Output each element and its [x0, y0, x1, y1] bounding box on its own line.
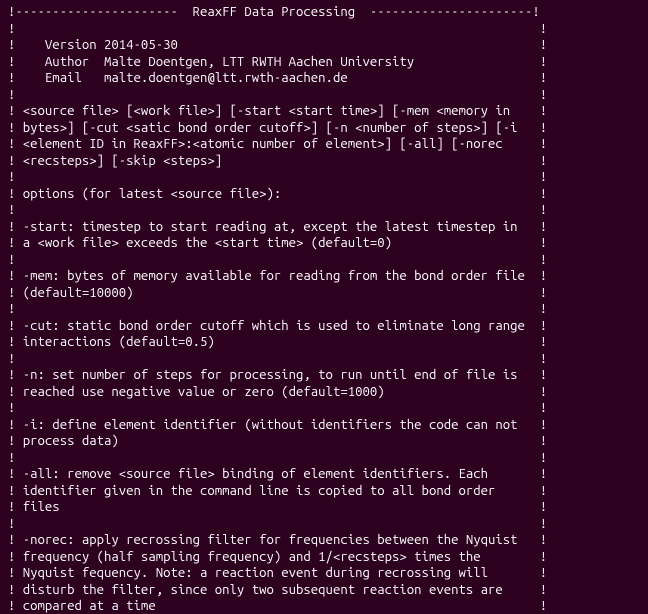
output-line: ! -n: set number of steps for processing…	[8, 368, 547, 382]
output-line: ! files !	[8, 500, 547, 514]
output-line: ! Email malte.doentgen@ltt.rwth-aachen.d…	[8, 71, 547, 85]
output-line: ! -start: timestep to start reading at, …	[8, 220, 547, 234]
output-line: ! (default=10000) !	[8, 286, 547, 300]
output-line: ! bytes>] [-cut <satic bond order cutoff…	[8, 121, 547, 135]
output-line: ! compared at a time !	[8, 599, 547, 613]
output-line: ! a <work file> exceeds the <start time>…	[8, 236, 547, 250]
output-line: ! <recsteps>] [-skip <steps>] !	[8, 154, 547, 168]
output-line: ! !	[8, 170, 547, 184]
output-line: ! options (for latest <source file>): !	[8, 187, 547, 201]
output-line: ! !	[8, 88, 547, 102]
output-line: ! !	[8, 517, 547, 531]
output-line: ! <element ID in ReaxFF>:<atomic number …	[8, 137, 547, 151]
output-line: ! reached use negative value or zero (de…	[8, 385, 547, 399]
output-line: ! !	[8, 302, 547, 316]
output-line: ! process data) !	[8, 434, 547, 448]
output-line: ! !	[8, 352, 547, 366]
terminal-output: !---------------------- ReaxFF Data Proc…	[8, 4, 644, 614]
output-line: ! disturb the filter, since only two sub…	[8, 583, 547, 597]
output-line: ! Author Malte Doentgen, LTT RWTH Aachen…	[8, 55, 547, 69]
output-line: ! Nyquist fequency. Note: a reaction eve…	[8, 566, 547, 580]
output-line: ! <source file> [<work file>] [-start <s…	[8, 104, 547, 118]
output-line: ! frequency (half sampling frequency) an…	[8, 550, 547, 564]
output-line: ! -norec: apply recrossing filter for fr…	[8, 533, 547, 547]
output-line: ! -cut: static bond order cutoff which i…	[8, 319, 547, 333]
output-line: ! -mem: bytes of memory available for re…	[8, 269, 547, 283]
output-line: ! !	[8, 401, 547, 415]
output-line: ! identifier given in the command line i…	[8, 484, 547, 498]
output-line: !---------------------- ReaxFF Data Proc…	[8, 5, 540, 19]
output-line: ! !	[8, 203, 547, 217]
output-line: ! -all: remove <source file> binding of …	[8, 467, 547, 481]
output-line: ! !	[8, 22, 547, 36]
output-line: ! Version 2014-05-30 !	[8, 38, 547, 52]
output-line: ! interactions (default=0.5) !	[8, 335, 547, 349]
output-line: ! -i: define element identifier (without…	[8, 418, 547, 432]
output-line: ! !	[8, 451, 547, 465]
output-line: ! !	[8, 253, 547, 267]
